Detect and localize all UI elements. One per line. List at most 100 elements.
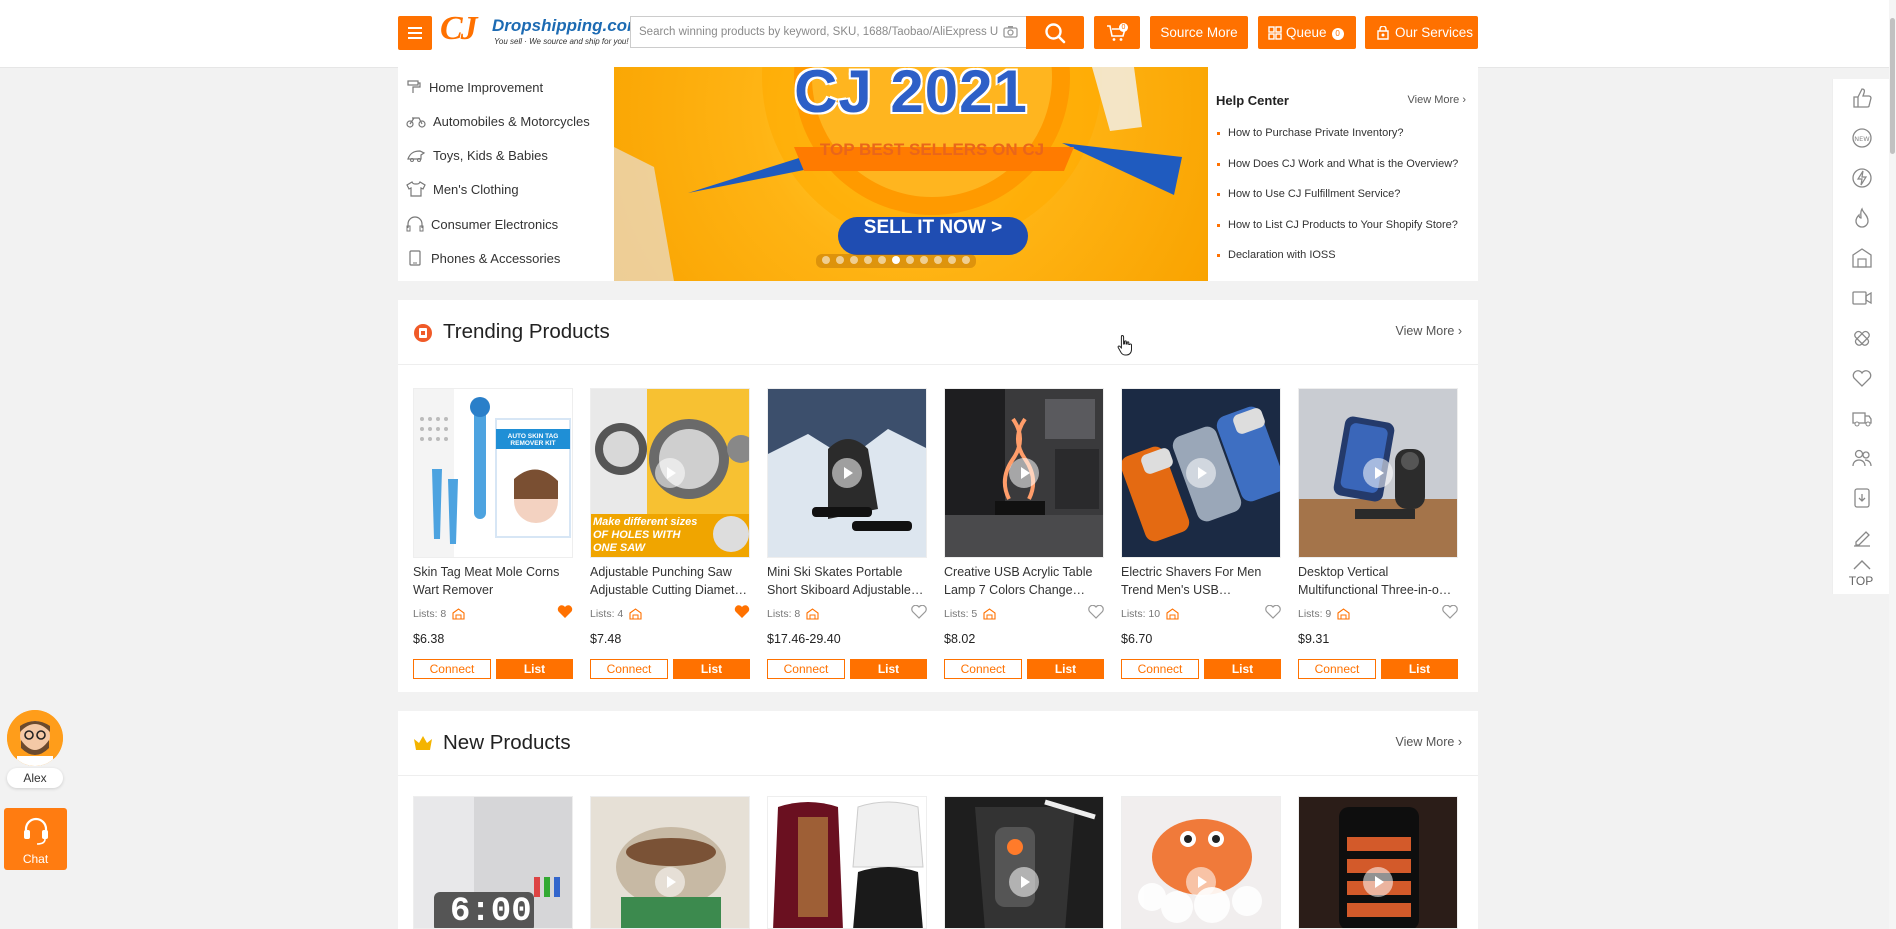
list-button[interactable]: List [1204,659,1281,679]
list-button[interactable]: List [496,659,573,679]
product-image[interactable] [1298,796,1458,929]
back-to-top-label[interactable]: TOP [1833,574,1889,588]
carousel-dot[interactable] [920,256,928,264]
carousel-dot[interactable] [948,256,956,264]
help-link[interactable]: How to Purchase Private Inventory? [1216,127,1403,139]
source-more-button[interactable]: Source More [1150,16,1248,49]
heart-filled-icon[interactable] [734,605,750,619]
carousel-dot[interactable] [864,256,872,264]
banner-cta-button[interactable]: SELL IT NOW > [838,217,1028,255]
connect-button[interactable]: Connect [944,659,1022,679]
carousel-dot[interactable] [892,256,900,264]
help-center-view-more-link[interactable]: View More › [1408,94,1467,106]
product-name[interactable]: Adjustable Punching Saw Adjustable Cutti… [590,563,750,599]
product-image[interactable] [767,796,927,929]
help-link[interactable]: How to List CJ Products to Your Shopify … [1217,219,1458,231]
product-name[interactable]: Desktop Vertical Multifunctional Three-i… [1298,563,1458,599]
connect-button[interactable]: Connect [767,659,845,679]
carousel-dot[interactable] [850,256,858,264]
category-mens-clothing[interactable]: Men's Clothing [398,172,614,206]
video-play-icon[interactable] [832,458,862,488]
product-image[interactable]: AUTO SKIN TAG REMOVER KIT [413,388,573,558]
heart-outline-icon[interactable] [911,605,927,619]
product-image[interactable]: Make different sizes OF HOLES WITH ONE S… [590,388,750,558]
carousel-dot[interactable] [836,256,844,264]
heart-icon[interactable] [1851,367,1873,389]
agent-avatar[interactable] [7,710,63,766]
heart-outline-icon[interactable] [1088,605,1104,619]
cart-button[interactable]: 0 [1094,16,1140,49]
connect-button[interactable]: Connect [1298,659,1376,679]
product-image[interactable] [944,388,1104,558]
category-menu-button[interactable] [398,16,432,50]
category-automobiles[interactable]: Automobiles & Motorcycles [398,104,614,138]
truck-icon[interactable] [1851,407,1873,429]
product-name[interactable]: Electric Shavers For Men Trend Men's USB… [1121,563,1281,599]
banner-ribbon: TOP BEST SELLERS ON CJ [819,140,1045,159]
category-home-improvement[interactable]: Home Improvement [398,70,614,104]
fire-icon[interactable] [1851,207,1873,229]
product-name[interactable]: Skin Tag Meat Mole Corns Wart Remover [413,563,573,599]
video-play-icon[interactable] [1009,867,1039,897]
thumbs-up-icon[interactable] [1851,87,1873,109]
product-image[interactable] [767,388,927,558]
product-name[interactable]: Creative USB Acrylic Table Lamp 7 Colors… [944,563,1104,599]
edit-icon[interactable] [1851,527,1873,549]
cj-logo[interactable]: CJ Dropshipping.com You sell · We source… [440,10,642,52]
video-play-icon[interactable] [1186,458,1216,488]
product-name[interactable]: Mini Ski Skates Portable Short Skiboard … [767,563,927,599]
video-play-icon[interactable] [1363,458,1393,488]
new-badge-icon[interactable]: NEW [1851,127,1873,149]
product-image[interactable] [1298,388,1458,558]
video-play-icon[interactable] [655,458,685,488]
video-play-icon[interactable] [655,867,685,897]
users-icon[interactable] [1851,447,1873,469]
list-button[interactable]: List [1027,659,1104,679]
product-image[interactable] [1121,388,1281,558]
category-toys-kids-babies[interactable]: Toys, Kids & Babies [398,138,614,172]
category-consumer-electronics[interactable]: Consumer Electronics [398,207,614,241]
carousel-dot[interactable] [962,256,970,264]
video-icon[interactable] [1851,287,1873,309]
carousel-dot[interactable] [878,256,886,264]
bandage-icon[interactable] [1851,327,1873,349]
promo-banner[interactable]: CJ 2021 TOP BEST SELLERS ON CJ SELL IT N… [614,67,1208,281]
chat-button[interactable]: Chat [4,808,67,870]
video-play-icon[interactable] [1186,867,1216,897]
search-input[interactable] [631,17,999,47]
app-download-icon[interactable] [1851,487,1873,509]
cart-count-badge: 0 [1119,23,1128,32]
help-link[interactable]: How to Use CJ Fulfillment Service? [1216,188,1400,200]
heart-filled-icon[interactable] [557,605,573,619]
queue-button[interactable]: Queue 0 [1258,16,1356,49]
carousel-dot[interactable] [934,256,942,264]
camera-icon[interactable] [1003,25,1018,38]
connect-button[interactable]: Connect [413,659,491,679]
carousel-dot[interactable] [822,256,830,264]
heart-outline-icon[interactable] [1442,605,1458,619]
product-image[interactable]: 6:00 [413,796,573,929]
video-play-icon[interactable] [1363,867,1393,897]
list-button[interactable]: List [673,659,750,679]
help-link[interactable]: How Does CJ Work and What is the Overvie… [1216,158,1458,170]
heart-outline-icon[interactable] [1265,605,1281,619]
chevron-up-icon[interactable] [1851,557,1873,571]
category-phones-accessories[interactable]: Phones & Accessories [398,241,614,275]
search-button[interactable] [1026,16,1084,49]
lightning-icon[interactable] [1851,167,1873,189]
scrollbar-thumb[interactable] [1890,18,1895,154]
video-play-icon[interactable] [1009,458,1039,488]
our-services-button[interactable]: Our Services [1365,16,1478,49]
list-button[interactable]: List [1381,659,1458,679]
product-image[interactable] [1121,796,1281,929]
carousel-dot[interactable] [906,256,914,264]
list-button[interactable]: List [850,659,927,679]
trending-view-more-link[interactable]: View More › [1396,324,1462,338]
connect-button[interactable]: Connect [590,659,668,679]
new-products-view-more-link[interactable]: View More › [1396,735,1462,749]
connect-button[interactable]: Connect [1121,659,1199,679]
product-image[interactable] [590,796,750,929]
help-link[interactable]: Declaration with IOSS [1217,249,1336,261]
product-image[interactable] [944,796,1104,929]
warehouse-icon[interactable] [1851,247,1873,269]
